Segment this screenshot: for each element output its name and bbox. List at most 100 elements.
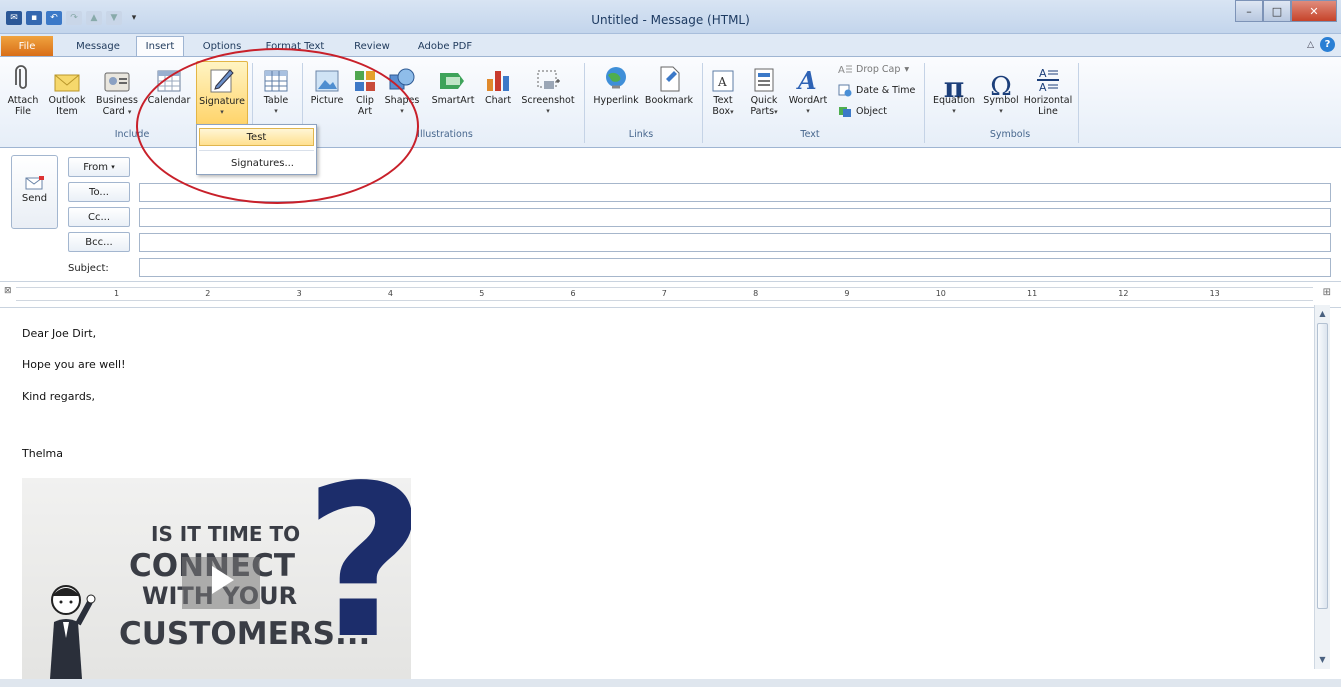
tab-review[interactable]: Review bbox=[348, 36, 396, 56]
table-button[interactable]: Table ▾ bbox=[257, 61, 295, 117]
from-button[interactable]: From ▾ bbox=[68, 157, 130, 177]
hyperlink-button[interactable]: Hyperlink bbox=[590, 61, 642, 106]
calendar-icon bbox=[154, 61, 184, 93]
wordart-button[interactable]: A WordArt ▾ bbox=[786, 61, 830, 117]
business-card-button[interactable]: Business Card ▾ bbox=[93, 61, 141, 118]
cc-button[interactable]: Cc... bbox=[68, 207, 130, 227]
shapes-button[interactable]: Shapes ▾ bbox=[382, 61, 422, 117]
question-mark: ? bbox=[304, 478, 411, 668]
tab-message[interactable]: Message bbox=[66, 36, 130, 56]
ruler-mark: 3 bbox=[296, 289, 302, 298]
group-divider bbox=[1078, 63, 1079, 143]
subject-field[interactable] bbox=[139, 258, 1331, 277]
group-divider bbox=[702, 63, 703, 143]
date-time-button[interactable]: Date & Time bbox=[838, 84, 915, 97]
bookmark-button[interactable]: Bookmark bbox=[643, 61, 695, 106]
body-closing: Kind regards, bbox=[22, 390, 96, 403]
bcc-button[interactable]: Bcc... bbox=[68, 232, 130, 252]
ruler-mark: 11 bbox=[1027, 289, 1038, 298]
calendar-clock-icon bbox=[838, 84, 852, 97]
outlook-item-button[interactable]: Outlook Item bbox=[46, 61, 88, 117]
subject-label: Subject: bbox=[68, 263, 109, 274]
signature-button[interactable]: Signature ▾ bbox=[196, 61, 248, 125]
minimize-ribbon-icon[interactable]: △ bbox=[1307, 40, 1314, 50]
tab-file[interactable]: File bbox=[1, 36, 53, 56]
picture-button[interactable]: Picture bbox=[307, 61, 347, 106]
calendar-button[interactable]: Calendar bbox=[144, 61, 194, 106]
play-icon[interactable] bbox=[212, 566, 234, 594]
tab-options[interactable]: Options bbox=[196, 36, 248, 56]
ruler-mark: 8 bbox=[753, 289, 759, 298]
scroll-thumb[interactable] bbox=[1317, 323, 1328, 609]
paperclip-icon bbox=[8, 61, 38, 93]
group-label-illustrations: Illustrations bbox=[417, 129, 473, 140]
chart-button[interactable]: Chart bbox=[481, 61, 515, 106]
clip-art-button[interactable]: Clip Art bbox=[351, 61, 379, 117]
smartart-button[interactable]: SmartArt bbox=[428, 61, 478, 106]
tab-adobe-pdf[interactable]: Adobe PDF bbox=[410, 36, 480, 56]
signature-dropdown-menu: Test Signatures... bbox=[196, 124, 317, 175]
text-box-button[interactable]: A Text Box▾ bbox=[706, 61, 740, 118]
group-label-links: Links bbox=[628, 129, 654, 140]
globe-link-icon bbox=[601, 61, 631, 93]
quick-parts-icon bbox=[749, 61, 779, 93]
wordart-icon: A bbox=[793, 61, 823, 93]
body-signature-name: Thelma bbox=[22, 447, 63, 460]
quick-parts-button[interactable]: Quick Parts▾ bbox=[745, 61, 783, 118]
cc-field[interactable] bbox=[139, 208, 1331, 227]
group-divider bbox=[584, 63, 585, 143]
pi-icon: π bbox=[943, 71, 965, 104]
ruler-mark: 5 bbox=[479, 289, 485, 298]
smartart-icon bbox=[438, 61, 468, 93]
equation-button[interactable]: π Equation ▾ bbox=[930, 61, 978, 117]
scroll-down-icon[interactable]: ▼ bbox=[1316, 653, 1329, 666]
ruler-mark: 2 bbox=[205, 289, 211, 298]
svg-text:A: A bbox=[1039, 67, 1047, 80]
ruler-mark: 1 bbox=[114, 289, 120, 298]
tab-format-text[interactable]: Format Text bbox=[256, 36, 334, 56]
body-greeting: Dear Joe Dirt, bbox=[22, 327, 97, 340]
scroll-up-icon[interactable]: ▲ bbox=[1316, 307, 1329, 320]
to-field[interactable] bbox=[139, 183, 1331, 202]
tab-insert[interactable]: Insert bbox=[136, 36, 184, 56]
horizontal-line-button[interactable]: AA Horizontal Line bbox=[1022, 61, 1074, 117]
group-divider bbox=[924, 63, 925, 143]
status-strip bbox=[0, 679, 1341, 687]
send-button[interactable]: Send bbox=[11, 155, 58, 229]
signatures-manage-item[interactable]: Signatures... bbox=[199, 154, 314, 172]
svg-text:A: A bbox=[796, 66, 817, 93]
chart-icon bbox=[483, 61, 513, 93]
svg-text:A: A bbox=[717, 75, 727, 89]
object-button[interactable]: Object bbox=[838, 105, 887, 118]
drop-cap-button[interactable]: A Drop Cap ▾ bbox=[838, 63, 909, 76]
title-bar: ✉ ▪ ↶ ↷ ▲ ▼ ▾ Untitled - Message (HTML) … bbox=[0, 0, 1341, 34]
svg-text:A: A bbox=[838, 65, 845, 76]
ruler-toggle-icon[interactable]: ⊞ bbox=[1323, 287, 1331, 298]
vertical-scrollbar[interactable]: ▲ ▼ bbox=[1314, 305, 1330, 669]
window-controls: – □ ✕ bbox=[1235, 0, 1337, 22]
picture-icon bbox=[312, 61, 342, 93]
ruler-mark: 6 bbox=[570, 289, 576, 298]
signature-menu-item-test[interactable]: Test bbox=[199, 128, 314, 146]
to-button[interactable]: To... bbox=[68, 182, 130, 202]
bcc-field[interactable] bbox=[139, 233, 1331, 252]
ruler[interactable]: ⊠ 1 2 3 4 5 6 7 8 9 10 11 12 13 ⊞ bbox=[0, 281, 1341, 308]
ribbon-tabs: File Message Insert Options Format Text … bbox=[0, 34, 1341, 56]
symbol-button[interactable]: Ω Symbol ▾ bbox=[983, 61, 1019, 117]
horizontal-line-icon: AA bbox=[1033, 61, 1063, 93]
help-icon[interactable]: ? bbox=[1320, 37, 1335, 52]
group-label-include: Include bbox=[114, 129, 150, 140]
shapes-icon bbox=[387, 61, 417, 93]
ruler-mark: 12 bbox=[1118, 289, 1129, 298]
close-button[interactable]: ✕ bbox=[1291, 0, 1337, 22]
minimize-button[interactable]: – bbox=[1235, 0, 1263, 22]
tab-stop-icon[interactable]: ⊠ bbox=[4, 286, 12, 296]
screenshot-button[interactable]: Screenshot ▾ bbox=[519, 61, 577, 117]
ruler-mark: 13 bbox=[1209, 289, 1220, 298]
group-label-text: Text bbox=[800, 129, 820, 140]
bookmark-icon bbox=[654, 61, 684, 93]
maximize-button[interactable]: □ bbox=[1263, 0, 1291, 22]
attach-file-button[interactable]: Attach File bbox=[6, 61, 40, 117]
signature-video-image[interactable]: IS IT TIME TO CONNECT WITH YOUR CUSTOMER… bbox=[22, 478, 411, 679]
group-label-symbols: Symbols bbox=[989, 129, 1031, 140]
